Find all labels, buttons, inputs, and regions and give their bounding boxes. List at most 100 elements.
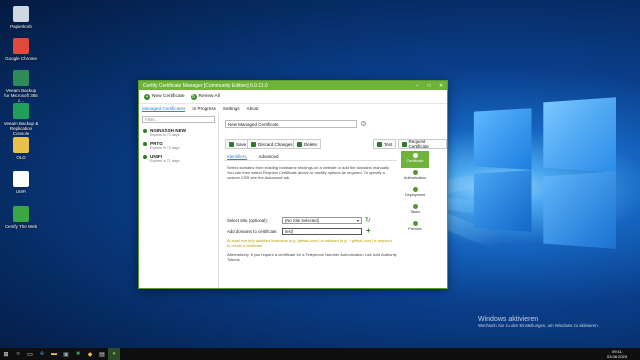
sidebar-label: Tasks bbox=[410, 210, 420, 214]
select-site-row: Select Site (optional): bbox=[227, 218, 268, 223]
tab-in-progress[interactable]: In Progress bbox=[192, 106, 216, 111]
select-site-value: (No Site Selected) bbox=[285, 218, 319, 223]
plus-icon: + bbox=[144, 93, 150, 100]
maximize-button[interactable]: □ bbox=[423, 83, 435, 89]
title-bar[interactable]: Certify Certificate Manager [Community E… bbox=[139, 81, 447, 90]
chrome-icon bbox=[13, 38, 29, 54]
status-dot-icon bbox=[143, 155, 147, 159]
deployment-icon bbox=[412, 187, 418, 192]
certificate-expiry: Expires in 73 days bbox=[150, 133, 180, 137]
new-certificate-button[interactable]: + New Certificate bbox=[144, 93, 185, 100]
section-sidebar: Certificate Authorization Deployment Tas… bbox=[401, 151, 429, 236]
sub-tabs: Identifiers Advanced bbox=[224, 154, 397, 161]
new-certificate-label: New Certificate bbox=[152, 94, 185, 99]
windows-logo-pane bbox=[473, 108, 532, 170]
close-button[interactable]: ✕ bbox=[435, 83, 447, 89]
sidebar-label: Certificate bbox=[406, 159, 424, 163]
folder-taskbar-icon[interactable]: ▤ bbox=[96, 348, 108, 360]
clock[interactable]: 09:11 03.08.2023 bbox=[607, 349, 627, 359]
certify-taskbar-icon[interactable]: ● bbox=[108, 348, 120, 360]
sidebar-label: Deployment bbox=[404, 193, 426, 197]
desktop-icon[interactable]: OLD bbox=[3, 137, 39, 160]
search-icon[interactable]: ○ bbox=[12, 348, 24, 360]
certificate-list-item[interactable]: UNIFI Expires in 71 days bbox=[139, 153, 218, 164]
delete-icon bbox=[297, 141, 302, 147]
domain-input[interactable]: test| bbox=[282, 228, 362, 235]
desktop-icon-label: Veeam Backup for Microsoft 365 c... bbox=[4, 88, 38, 104]
discard-label: Discard Changes bbox=[258, 141, 293, 147]
activation-watermark: Windows aktivieren Wechseln Sie zu den E… bbox=[478, 316, 599, 328]
select-site-label: Select Site (optional): bbox=[227, 218, 268, 223]
activation-subtitle: Wechseln Sie zu den Einstellungen, um Wi… bbox=[478, 323, 599, 328]
renew-all-button[interactable]: ↻ Renew All bbox=[190, 93, 220, 100]
tab-about[interactable]: About bbox=[247, 106, 259, 111]
undo-icon bbox=[251, 141, 256, 147]
help-icon[interactable]: ? bbox=[361, 121, 366, 126]
add-domain-icon[interactable]: + bbox=[366, 226, 371, 235]
desktop-icon[interactable]: UniFi bbox=[3, 171, 39, 194]
delete-button[interactable]: Delete bbox=[293, 139, 322, 149]
veeam-icon bbox=[13, 103, 29, 119]
main-tabs: Managed Certificates In Progress Setting… bbox=[139, 104, 447, 113]
certificate-list-item[interactable]: NGINXSSH NEW Expires in 73 days bbox=[139, 127, 218, 138]
sidebar-item-preview[interactable]: Preview bbox=[401, 219, 429, 236]
desktop-icon-label: Google Chrome bbox=[5, 56, 37, 61]
add-domains-label: Add domains to certificate: bbox=[227, 229, 278, 234]
refresh-sites-icon[interactable]: ↻ bbox=[365, 216, 371, 224]
app-taskbar-icon[interactable]: ◆ bbox=[84, 348, 96, 360]
sidebar-item-authorization[interactable]: Authorization bbox=[401, 168, 429, 185]
window-title: Certify Certificate Manager [Community E… bbox=[143, 82, 268, 89]
certificate-list: NGINXSSH NEW Expires in 73 days PRTG Expire… bbox=[139, 127, 218, 164]
certificate-list-item[interactable]: PRTG Expires in 73 days bbox=[139, 140, 218, 151]
save-icon bbox=[229, 141, 234, 147]
terminal-icon[interactable]: ▣ bbox=[60, 348, 72, 360]
sidebar-label: Preview bbox=[408, 227, 422, 231]
preview-icon bbox=[412, 221, 418, 226]
delete-label: Delete bbox=[304, 141, 318, 147]
authority-tokens-text: Alternatively, if you require a certific… bbox=[227, 252, 397, 263]
chevron-down-icon: ▾ bbox=[356, 218, 359, 223]
discard-changes-button[interactable]: Discard Changes bbox=[247, 139, 297, 149]
request-certificate-button[interactable]: Request Certificate bbox=[398, 139, 447, 149]
filter-input[interactable]: Filter... bbox=[142, 116, 215, 123]
tab-advanced[interactable]: Advanced bbox=[259, 154, 279, 160]
tab-settings[interactable]: Settings bbox=[223, 106, 240, 111]
sidebar-item-deployment[interactable]: Deployment bbox=[401, 185, 429, 202]
sidebar-item-certificate[interactable]: Certificate bbox=[401, 151, 429, 168]
request-label: Request Certificate bbox=[408, 139, 429, 149]
desktop-icon-label: Veeam Backup & Replication Console bbox=[3, 121, 39, 137]
certificate-expiry: Expires in 71 days bbox=[150, 159, 180, 163]
save-label: Save bbox=[236, 141, 247, 147]
test-button[interactable]: Test bbox=[373, 139, 397, 149]
certify-window: Certify Certificate Manager [Community E… bbox=[138, 80, 448, 289]
validation-warning: At least one fully qualified hostname (e… bbox=[227, 239, 392, 248]
desktop-icon[interactable]: Veeam Backup for Microsoft 365 c... bbox=[3, 70, 39, 104]
desktop-icon[interactable]: Papierkorb bbox=[3, 6, 39, 29]
desktop-icon-label: UniFi bbox=[15, 189, 27, 194]
windows-logo-pane bbox=[543, 97, 617, 173]
tab-managed-certificates[interactable]: Managed Certificates bbox=[142, 106, 186, 112]
sidebar-item-tasks[interactable]: Tasks bbox=[401, 202, 429, 219]
certificate-name-input[interactable]: New Managed Certificate bbox=[225, 120, 357, 128]
test-label: Test bbox=[384, 141, 393, 147]
select-site-dropdown[interactable]: (No Site Selected) ▾ bbox=[282, 217, 362, 224]
status-dot-icon bbox=[143, 142, 147, 146]
task-view-icon[interactable]: ▭ bbox=[24, 348, 36, 360]
edge-icon[interactable]: e bbox=[36, 348, 48, 360]
veeam-taskbar-icon[interactable]: ■ bbox=[72, 348, 84, 360]
explorer-icon[interactable]: ▬ bbox=[48, 348, 60, 360]
desktop-icon-label: OLD bbox=[16, 155, 26, 160]
desktop-icon[interactable]: Veeam Backup & Replication Console bbox=[3, 103, 39, 137]
instructions-text: Select domains from existing hostname bi… bbox=[227, 165, 390, 181]
desktop-icon[interactable]: Certify The Web bbox=[3, 206, 39, 229]
desktop-icon[interactable]: Google Chrome bbox=[3, 38, 39, 61]
windows-logo-pane bbox=[473, 170, 532, 232]
status-dot-icon bbox=[143, 129, 147, 133]
desktop-icon-label: Papierkorb bbox=[10, 24, 32, 29]
tab-identifiers[interactable]: Identifiers bbox=[227, 154, 247, 160]
minimize-button[interactable]: – bbox=[411, 83, 423, 89]
clock-date: 03.08.2023 bbox=[606, 354, 627, 359]
add-domains-row: Add domains to certificate: bbox=[227, 229, 278, 234]
certificate-icon bbox=[412, 153, 418, 158]
start-icon[interactable]: ⊞ bbox=[0, 348, 12, 360]
